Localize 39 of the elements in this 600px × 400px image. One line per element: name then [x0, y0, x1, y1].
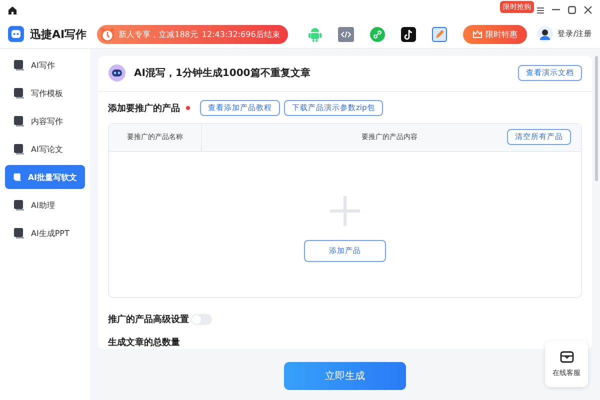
crown-icon	[473, 30, 482, 38]
section-label: 添加要推广的产品	[108, 102, 180, 115]
code-icon[interactable]	[338, 26, 354, 42]
sidebar-item[interactable]: AI写作	[5, 53, 85, 77]
scrollbar[interactable]	[595, 56, 598, 181]
app-name: 迅捷AI写作	[30, 26, 87, 42]
document-icon	[13, 143, 25, 155]
music-note-icon[interactable]	[401, 26, 416, 42]
promo-banner[interactable]: 新人专享，立减188元 12:43:32:696后结束	[96, 24, 288, 44]
sidebar-item[interactable]: AI批量写软文	[5, 165, 85, 189]
document-icon	[13, 171, 22, 183]
home-icon[interactable]	[8, 6, 17, 14]
chat-icon	[560, 350, 574, 362]
pencil-note-icon[interactable]	[432, 26, 448, 42]
avatar-icon[interactable]	[537, 26, 554, 42]
sidebar-item[interactable]: 写作模板	[5, 81, 85, 105]
sidebar-item[interactable]: AI助理	[5, 193, 85, 217]
sidebar-item[interactable]: AI写论文	[5, 137, 85, 161]
promo-text: 新人专享，立减188元	[118, 28, 198, 40]
app-logo-icon	[8, 26, 24, 42]
document-icon	[13, 199, 25, 211]
limited-offer-button[interactable]: 限时特惠	[463, 24, 528, 44]
document-icon	[13, 59, 25, 71]
article-count-label: 生成文章的总数量	[107, 336, 181, 349]
document-icon	[13, 227, 25, 239]
sidebar-item[interactable]: AI生成PPT	[5, 221, 85, 245]
close-icon[interactable]	[584, 6, 592, 14]
document-icon	[13, 87, 25, 99]
generate-button[interactable]: 立即生成	[284, 362, 406, 390]
document-icon	[13, 115, 25, 127]
alarm-clock-icon	[100, 26, 115, 42]
card-title: AI混写，1分钟生成1000篇不重复文章	[134, 66, 310, 80]
sidebar-item[interactable]: 内容写作	[5, 109, 85, 133]
menu-icon[interactable]	[537, 6, 544, 14]
advanced-settings-label: 推广的产品高级设置	[108, 313, 189, 326]
countdown-text: 12:43:32:696后结束	[202, 28, 280, 40]
robot-icon	[108, 64, 126, 82]
maximize-icon[interactable]	[568, 6, 576, 14]
minimize-icon[interactable]	[552, 9, 560, 11]
